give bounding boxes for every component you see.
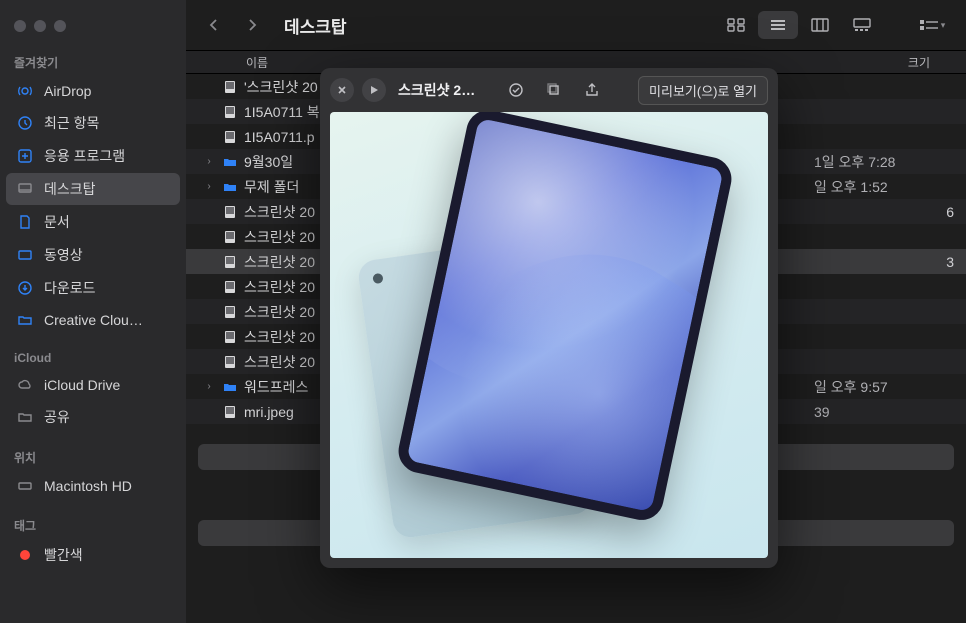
open-with-preview-button[interactable]: 미리보기(으)로 열기 — [638, 76, 768, 105]
minimize-window-button[interactable] — [34, 20, 46, 32]
sidebar-item-label: 다운로드 — [44, 278, 96, 298]
disk-icon — [16, 477, 34, 495]
file-date: 일 오후 1:52 — [814, 177, 888, 197]
image-file-icon — [222, 79, 238, 95]
sidebar-item-documents[interactable]: 문서 — [6, 206, 180, 238]
column-header-size[interactable]: 크기 — [908, 54, 966, 71]
sidebar-item-label: 응용 프로그램 — [44, 146, 125, 166]
locations-header: 위치 — [0, 443, 186, 470]
file-size: 6 — [946, 204, 966, 220]
icon-view-button[interactable] — [716, 11, 756, 39]
sidebar-item-movies[interactable]: 동영상 — [6, 239, 180, 271]
sidebar: 즐겨찾기 AirDrop 최근 항목 응용 프로그램 데스크탑 문서 동영상 다… — [0, 0, 186, 623]
sidebar-item-label: Macintosh HD — [44, 478, 132, 494]
sidebar-item-shared[interactable]: 공유 — [6, 401, 180, 433]
image-file-icon — [222, 204, 238, 220]
quicklook-close-button[interactable] — [330, 78, 354, 102]
column-view-button[interactable] — [800, 11, 840, 39]
tags-header: 태그 — [0, 511, 186, 538]
sidebar-item-label: 최근 항목 — [44, 113, 99, 133]
sidebar-item-applications[interactable]: 응용 프로그램 — [6, 140, 180, 172]
zoom-window-button[interactable] — [54, 20, 66, 32]
sidebar-item-creative-cloud[interactable]: Creative Clou… — [6, 305, 180, 335]
group-button[interactable]: ▾ — [912, 11, 952, 39]
quicklook-window: 스크린샷 2… 미리보기(으)로 열기 — [320, 68, 778, 568]
image-file-icon — [222, 404, 238, 420]
shared-folder-icon — [16, 408, 34, 426]
image-file-icon — [222, 329, 238, 345]
disclosure-triangle-icon[interactable]: › — [202, 181, 216, 192]
sidebar-item-desktop[interactable]: 데스크탑 — [6, 173, 180, 205]
sidebar-item-label: Creative Clou… — [44, 312, 143, 328]
cloud-icon — [16, 376, 34, 394]
sidebar-item-label: 빨간색 — [44, 545, 83, 565]
back-button[interactable] — [200, 11, 228, 39]
movies-icon — [16, 246, 34, 264]
window-title: 데스크탑 — [284, 13, 347, 38]
quicklook-preview-image — [330, 112, 768, 558]
icloud-header: iCloud — [0, 345, 186, 369]
folder-icon — [222, 179, 238, 195]
file-date: 39 — [814, 404, 830, 420]
sidebar-item-icloud-drive[interactable]: iCloud Drive — [6, 370, 180, 400]
rotate-button[interactable] — [539, 77, 569, 103]
quicklook-toolbar: 스크린샷 2… 미리보기(으)로 열기 — [320, 68, 778, 112]
sidebar-item-macintosh-hd[interactable]: Macintosh HD — [6, 471, 180, 501]
desktop-icon — [16, 180, 34, 198]
quicklook-slideshow-button[interactable] — [362, 78, 386, 102]
gallery-view-button[interactable] — [842, 11, 882, 39]
sidebar-item-label: 데스크탑 — [44, 179, 96, 199]
document-icon — [16, 213, 34, 231]
tag-dot-red-icon — [16, 546, 34, 564]
sidebar-item-label: 동영상 — [44, 245, 83, 265]
image-file-icon — [222, 229, 238, 245]
disclosure-triangle-icon[interactable]: › — [202, 156, 216, 167]
traffic-lights — [0, 10, 186, 48]
image-file-icon — [222, 354, 238, 370]
close-window-button[interactable] — [14, 20, 26, 32]
file-size: 3 — [946, 254, 966, 270]
image-file-icon — [222, 254, 238, 270]
downloads-icon — [16, 279, 34, 297]
sidebar-item-label: 공유 — [44, 407, 70, 427]
ipad-front-illustration — [394, 112, 735, 524]
file-date: 1일 오후 7:28 — [814, 152, 895, 172]
toolbar: 데스크탑 ▾ — [186, 0, 966, 50]
favorites-header: 즐겨찾기 — [0, 48, 186, 75]
airdrop-icon — [16, 82, 34, 100]
list-view-button[interactable] — [758, 11, 798, 39]
sidebar-item-airdrop[interactable]: AirDrop — [6, 76, 180, 106]
sidebar-item-recents[interactable]: 최근 항목 — [6, 107, 180, 139]
image-file-icon — [222, 104, 238, 120]
folder-icon — [16, 311, 34, 329]
view-mode-group — [716, 11, 882, 39]
image-file-icon — [222, 279, 238, 295]
folder-icon — [222, 154, 238, 170]
sidebar-item-label: iCloud Drive — [44, 377, 120, 393]
image-file-icon — [222, 129, 238, 145]
folder-icon — [222, 379, 238, 395]
applications-icon — [16, 147, 34, 165]
sidebar-item-label: AirDrop — [44, 83, 91, 99]
file-date: 일 오후 9:57 — [814, 377, 888, 397]
sidebar-item-tag-red[interactable]: 빨간색 — [6, 539, 180, 571]
sidebar-item-downloads[interactable]: 다운로드 — [6, 272, 180, 304]
share-button[interactable] — [577, 77, 607, 103]
clock-icon — [16, 114, 34, 132]
disclosure-triangle-icon[interactable]: › — [202, 381, 216, 392]
sidebar-item-label: 문서 — [44, 212, 70, 232]
quicklook-title: 스크린샷 2… — [398, 80, 475, 100]
markup-button[interactable] — [501, 77, 531, 103]
image-file-icon — [222, 304, 238, 320]
forward-button[interactable] — [238, 11, 266, 39]
